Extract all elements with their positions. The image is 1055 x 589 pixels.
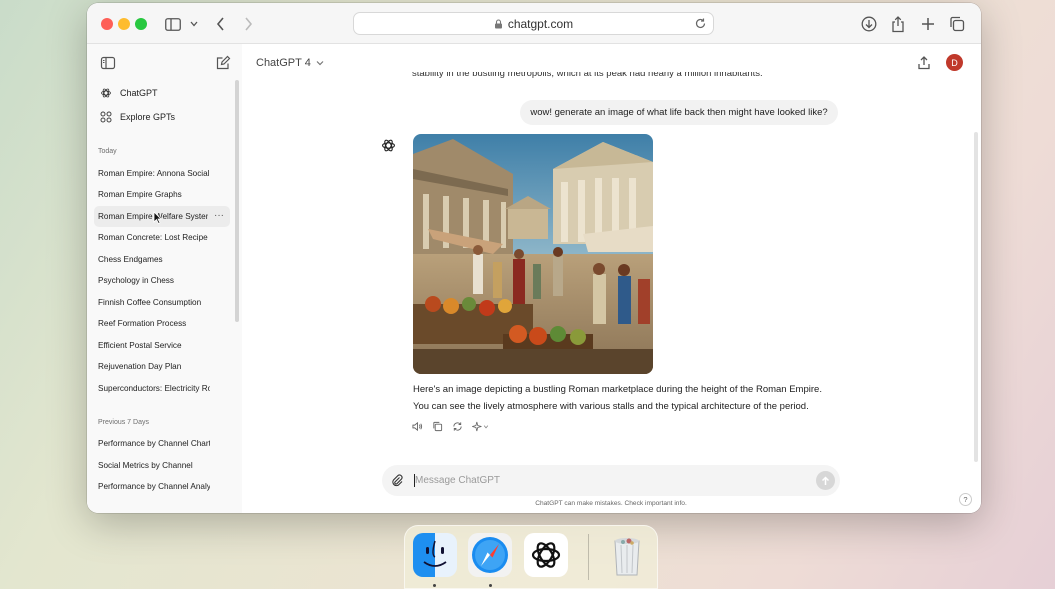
sidebar-chat-item[interactable]: Performance by Channel Chart (94, 433, 230, 454)
chat-scrollbar[interactable] (974, 132, 978, 462)
sidebar-chat-item[interactable]: Performance by Channel Analysis (94, 476, 230, 497)
forward-arrow-icon[interactable] (239, 15, 257, 33)
user-message-bubble: wow! generate an image of what life back… (520, 100, 838, 125)
sidebar-nav-explore-gpts[interactable]: Explore GPTs (97, 106, 232, 128)
zoom-window-button[interactable] (135, 18, 147, 30)
sidebar-nav-label: Explore GPTs (120, 112, 176, 122)
share-chat-icon[interactable] (917, 56, 931, 70)
sidebar-chat-item[interactable]: Roman Empire: Annona Social We (94, 163, 230, 184)
finder-running-indicator (433, 584, 436, 587)
minimize-window-button[interactable] (118, 18, 130, 30)
paperclip-icon[interactable] (391, 474, 404, 487)
assistant-reply: Here's an image depicting a bustling Rom… (413, 381, 853, 415)
model-name: ChatGPT 4 (256, 57, 311, 69)
arrow-up-icon (821, 475, 830, 485)
finder-app-icon[interactable] (413, 533, 457, 577)
sidebar-scrollbar[interactable] (235, 80, 239, 322)
regenerate-icon[interactable] (452, 421, 463, 432)
sidebar-chat-item[interactable]: Superconductors: Electricity Rolls (94, 378, 230, 399)
browser-window: chatgpt.com ChatGPT Explore GPTs Today R… (87, 3, 981, 513)
model-selector[interactable]: ChatGPT 4 (256, 57, 324, 69)
reply-line: Here's an image depicting a bustling Rom… (413, 384, 822, 395)
share-icon[interactable] (889, 15, 907, 33)
more-options-icon[interactable]: ··· (214, 210, 224, 221)
chatgpt-logo-icon (101, 88, 111, 98)
sidebar-chat-item[interactable]: Roman Concrete: Lost Recipe (94, 227, 230, 248)
user-avatar[interactable]: D (946, 54, 963, 71)
dock-separator (588, 534, 589, 580)
address-bar[interactable]: chatgpt.com (353, 12, 714, 35)
close-sidebar-icon[interactable] (100, 55, 116, 71)
new-tab-icon[interactable] (919, 15, 937, 33)
sidebar-chat-item[interactable]: Finnish Coffee Consumption (94, 292, 230, 313)
url-text: chatgpt.com (507, 16, 574, 31)
dock (404, 525, 658, 589)
message-actions (412, 421, 489, 432)
generated-image[interactable] (413, 134, 653, 374)
sidebar-toggle-icon[interactable] (164, 15, 182, 33)
reload-icon[interactable] (694, 17, 707, 30)
chevron-down-icon (316, 61, 324, 66)
safari-running-indicator (489, 584, 492, 587)
sidebar-chat-item[interactable]: Psychology in Chess (94, 270, 230, 291)
new-chat-icon[interactable] (215, 55, 231, 71)
message-input[interactable] (415, 472, 795, 489)
sidebar-chat-item[interactable]: Chess Endgames (94, 249, 230, 270)
close-window-button[interactable] (101, 18, 113, 30)
download-icon[interactable] (860, 15, 878, 33)
copy-icon[interactable] (432, 421, 443, 432)
grid-icon (100, 111, 112, 123)
previous-message-text: stability in the bustling metropolis, wh… (412, 72, 763, 79)
mouse-cursor-icon (153, 211, 162, 224)
section-previous-7-days-label: Previous 7 Days (98, 419, 149, 426)
sidebar-chat-item-active[interactable]: Roman Empire Welfare System ··· (94, 206, 230, 227)
browser-toolbar: chatgpt.com (87, 3, 981, 44)
trash-icon[interactable] (605, 533, 649, 577)
sidebar-chat-item[interactable]: Reef Formation Process (94, 313, 230, 334)
sidebar-chat-item[interactable]: Efficient Postal Service (94, 335, 230, 356)
sidebar-chat-item[interactable]: Rejuvenation Day Plan (94, 356, 230, 377)
message-composer (382, 465, 840, 496)
sidebar: ChatGPT Explore GPTs Today Roman Empire:… (87, 44, 242, 513)
sidebar-nav-chatgpt[interactable]: ChatGPT (97, 82, 232, 104)
chatgpt-app-icon[interactable] (524, 533, 568, 577)
sidebar-chat-item[interactable]: Roman Empire Graphs (94, 184, 230, 205)
reply-line: You can see the lively atmosphere with v… (413, 401, 809, 412)
sparkle-model-icon[interactable] (472, 421, 489, 432)
sidebar-chat-item[interactable]: Social Metrics by Channel (94, 455, 230, 476)
chatgpt-logo-icon (382, 139, 395, 152)
chat-main: ChatGPT 4 D stability in the bustling me… (242, 44, 981, 513)
help-button[interactable]: ? (959, 493, 972, 506)
disclaimer-text: ChatGPT can make mistakes. Check importa… (535, 500, 687, 507)
section-today-label: Today (98, 148, 117, 155)
send-button[interactable] (816, 471, 835, 490)
chevron-down-icon[interactable] (185, 15, 203, 33)
tab-overview-icon[interactable] (948, 15, 966, 33)
sidebar-nav-label: ChatGPT (120, 88, 158, 98)
lock-icon (494, 18, 502, 28)
safari-app-icon[interactable] (468, 533, 512, 577)
read-aloud-icon[interactable] (412, 421, 423, 432)
back-arrow-icon[interactable] (211, 15, 229, 33)
